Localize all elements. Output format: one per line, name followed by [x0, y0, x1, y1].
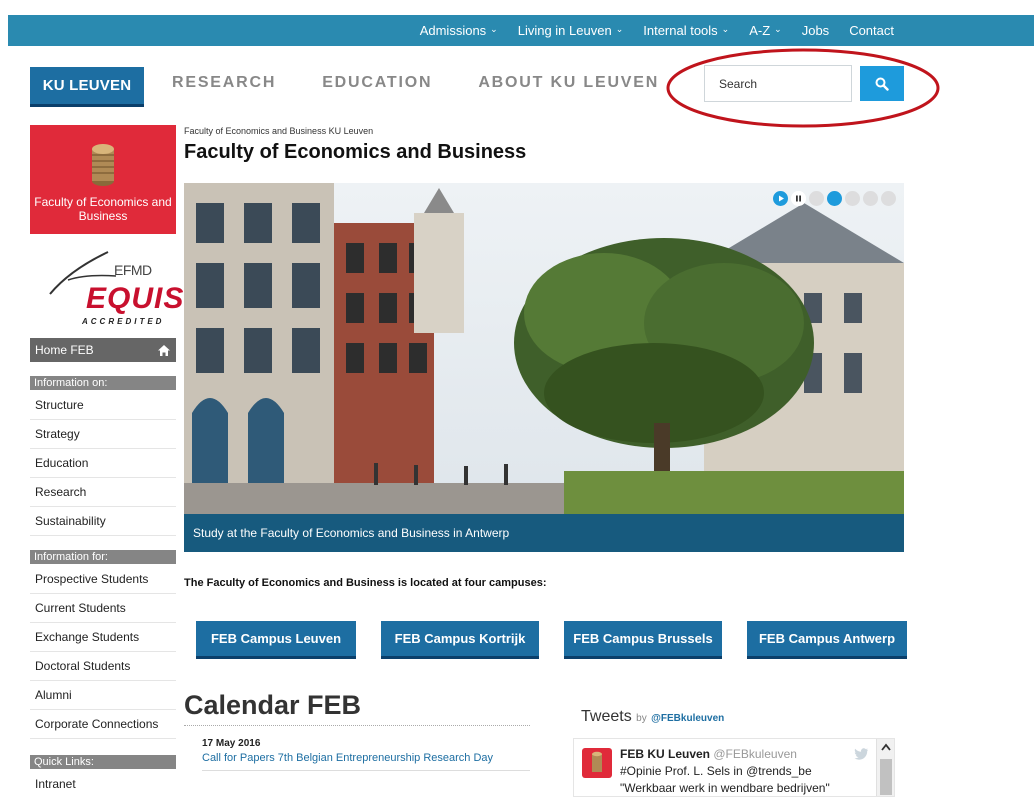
sidebar-list-information-for: Prospective Students Current Students Ex…: [30, 565, 176, 739]
slide-dot[interactable]: [809, 191, 824, 206]
topnav-contact[interactable]: Contact: [839, 23, 904, 38]
play-icon[interactable]: [773, 191, 788, 206]
slide-dot[interactable]: [863, 191, 878, 206]
ku-leuven-logo[interactable]: KU LEUVEN: [30, 67, 144, 107]
topnav-internal-tools[interactable]: Internal tools ⌄: [633, 23, 739, 38]
hero-slideshow[interactable]: Study at the Faculty of Economics and Bu…: [184, 183, 904, 552]
sidebar-item-doctoral-students[interactable]: Doctoral Students: [30, 652, 176, 681]
sidebar-heading-quick-links: Quick Links:: [30, 755, 176, 769]
accredited-text: ACCREDITED: [82, 317, 165, 326]
faculty-logo[interactable]: Faculty of Economics and Business: [30, 125, 176, 234]
hero-image: [184, 183, 904, 552]
tweets-title: Tweets: [581, 708, 632, 725]
faculty-logo-text: Faculty of Economics and Business: [34, 195, 172, 223]
hero-caption[interactable]: Study at the Faculty of Economics and Bu…: [184, 514, 904, 552]
top-nav: Admissions ⌄ Living in Leuven ⌄ Internal t…: [410, 15, 904, 46]
chevron-up-icon[interactable]: [881, 743, 891, 751]
topnav-living-in-leuven[interactable]: Living in Leuven ⌄: [508, 23, 634, 38]
coin-stack-icon: [92, 144, 114, 186]
sidebar-item-home-feb[interactable]: Home FEB: [30, 338, 176, 362]
tweet-author-handle: @FEBkuleuven: [713, 747, 797, 761]
sidebar-item-sustainability[interactable]: Sustainability: [30, 507, 176, 536]
pause-icon[interactable]: [791, 191, 806, 206]
sidebar-item-prospective-students[interactable]: Prospective Students: [30, 565, 176, 594]
sidebar-item-current-students[interactable]: Current Students: [30, 594, 176, 623]
mainnav-education[interactable]: EDUCATION: [322, 74, 432, 92]
tweet-feed[interactable]: FEB KU Leuven @FEBkuleuven #Opinie Prof.…: [573, 738, 895, 797]
tweets-handle[interactable]: @FEBkuleuven: [651, 713, 724, 724]
sidebar-item-structure[interactable]: Structure: [30, 391, 176, 420]
tweet-author-name: FEB KU Leuven: [620, 747, 711, 761]
topnav-label: Contact: [849, 23, 894, 38]
calendar-title: Calendar FEB: [184, 690, 530, 726]
sidebar-list-information-on: Structure Strategy Education Research Su…: [30, 391, 176, 536]
sidebar-item-alumni[interactable]: Alumni: [30, 681, 176, 710]
campus-buttons: FEB Campus Leuven FEB Campus Kortrijk FE…: [196, 621, 907, 659]
chevron-down-icon: ⌄: [490, 24, 498, 34]
slide-dot[interactable]: [845, 191, 860, 206]
campus-brussels-button[interactable]: FEB Campus Brussels: [564, 621, 722, 659]
slideshow-controls: [773, 191, 896, 206]
top-bar: Admissions ⌄ Living in Leuven ⌄ Internal t…: [8, 15, 1034, 46]
main-nav: RESEARCH EDUCATION ABOUT KU LEUVEN: [172, 74, 659, 92]
sidebar-heading-information-on: Information on:: [30, 376, 176, 390]
campus-leuven-button[interactable]: FEB Campus Leuven: [196, 621, 356, 659]
chevron-down-icon: ⌄: [774, 24, 782, 34]
calendar-event-date: 17 May 2016: [202, 738, 261, 749]
efmd-text: EFMD: [114, 262, 152, 278]
search-button[interactable]: [860, 66, 904, 101]
topnav-label: A-Z: [749, 23, 771, 38]
slide-dot[interactable]: [827, 191, 842, 206]
mainnav-about[interactable]: ABOUT KU LEUVEN: [478, 74, 659, 92]
avatar[interactable]: [582, 748, 612, 778]
campus-intro: The Faculty of Economics and Business is…: [184, 577, 547, 589]
sidebar-item-education[interactable]: Education: [30, 449, 176, 478]
topnav-a-z[interactable]: A-Z ⌄: [739, 23, 792, 38]
sidebar-list-quick-links: Intranet: [30, 770, 176, 797]
calendar-event-link[interactable]: Call for Papers 7th Belgian Entrepreneur…: [202, 752, 530, 771]
tweet-scrollbar[interactable]: [876, 739, 894, 796]
sidebar-item-research[interactable]: Research: [30, 478, 176, 507]
search-bar: [704, 65, 904, 102]
sidebar-item-exchange-students[interactable]: Exchange Students: [30, 623, 176, 652]
slide-dot[interactable]: [881, 191, 896, 206]
search-input[interactable]: [704, 65, 852, 102]
topnav-admissions[interactable]: Admissions ⌄: [410, 23, 508, 38]
equis-text: EQUIS: [86, 282, 185, 315]
topnav-label: Internal tools: [643, 23, 718, 38]
tweets-header: Tweets by @FEBkuleuven: [581, 708, 724, 726]
tweet-text-line: #Opinie Prof. L. Sels in @trends_be: [620, 764, 812, 778]
home-icon: [158, 344, 170, 356]
topnav-label: Admissions: [419, 23, 487, 38]
campus-kortrijk-button[interactable]: FEB Campus Kortrijk: [381, 621, 539, 659]
equis-logo: EFMD EQUIS ACCREDITED: [30, 244, 183, 330]
twitter-bird-icon: [854, 748, 868, 760]
page-title: Faculty of Economics and Business: [184, 141, 527, 163]
tweets-by: by: [636, 713, 647, 724]
chevron-down-icon: ⌄: [721, 24, 730, 34]
sidebar-item-corporate-connections[interactable]: Corporate Connections: [30, 710, 176, 739]
campus-antwerp-button[interactable]: FEB Campus Antwerp: [747, 621, 907, 659]
breadcrumb[interactable]: Faculty of Economics and Business KU Leu…: [184, 126, 373, 136]
topnav-label: Jobs: [801, 23, 830, 38]
tweet-author[interactable]: FEB KU Leuven @FEBkuleuven: [620, 747, 797, 761]
topnav-label: Living in Leuven: [517, 23, 612, 38]
tweet-text-line: "Werkbaar werk in wendbare bedrijven": [620, 781, 830, 795]
sidebar-item-strategy[interactable]: Strategy: [30, 420, 176, 449]
chevron-down-icon: ⌄: [615, 24, 624, 34]
mainnav-research[interactable]: RESEARCH: [172, 74, 276, 92]
sidebar-item-intranet[interactable]: Intranet: [30, 770, 176, 797]
sidebar-item-label: Home FEB: [35, 343, 94, 357]
sidebar-heading-information-for: Information for:: [30, 550, 176, 564]
topnav-jobs[interactable]: Jobs: [792, 23, 839, 38]
search-icon: [875, 77, 889, 91]
scrollbar-thumb[interactable]: [880, 759, 892, 795]
